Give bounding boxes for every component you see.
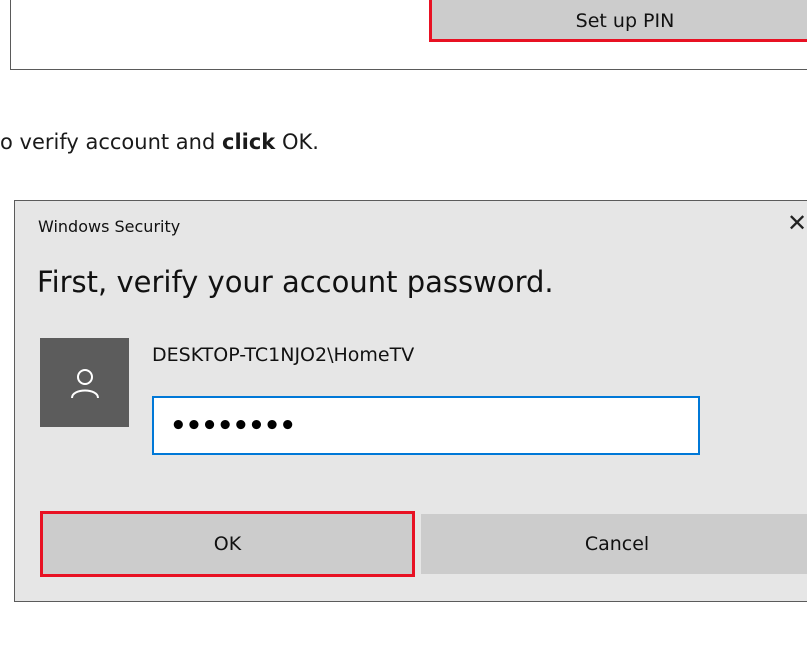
ok-button[interactable]: OK (40, 511, 415, 577)
cancel-button[interactable]: Cancel (421, 514, 807, 574)
close-icon[interactable]: ✕ (785, 211, 807, 235)
settings-panel: Set up PIN (10, 0, 807, 70)
instruction-suffix: OK. (275, 130, 319, 154)
set-up-pin-button[interactable]: Set up PIN (429, 0, 807, 42)
person-icon (70, 368, 99, 398)
instruction-bold: click (222, 130, 276, 154)
avatar (40, 338, 129, 427)
page: Set up PIN o verify account and click OK… (0, 0, 807, 671)
password-input[interactable]: •••••••• (152, 396, 700, 455)
account-name: DESKTOP-TC1NJO2\HomeTV (152, 344, 415, 366)
instruction-prefix: o verify account and (0, 130, 222, 154)
dialog-title: Windows Security (38, 217, 181, 236)
instruction-text: o verify account and click OK. (0, 130, 319, 154)
windows-security-dialog: Windows Security ✕ First, verify your ac… (14, 200, 807, 602)
dialog-heading: First, verify your account password. (37, 265, 554, 299)
